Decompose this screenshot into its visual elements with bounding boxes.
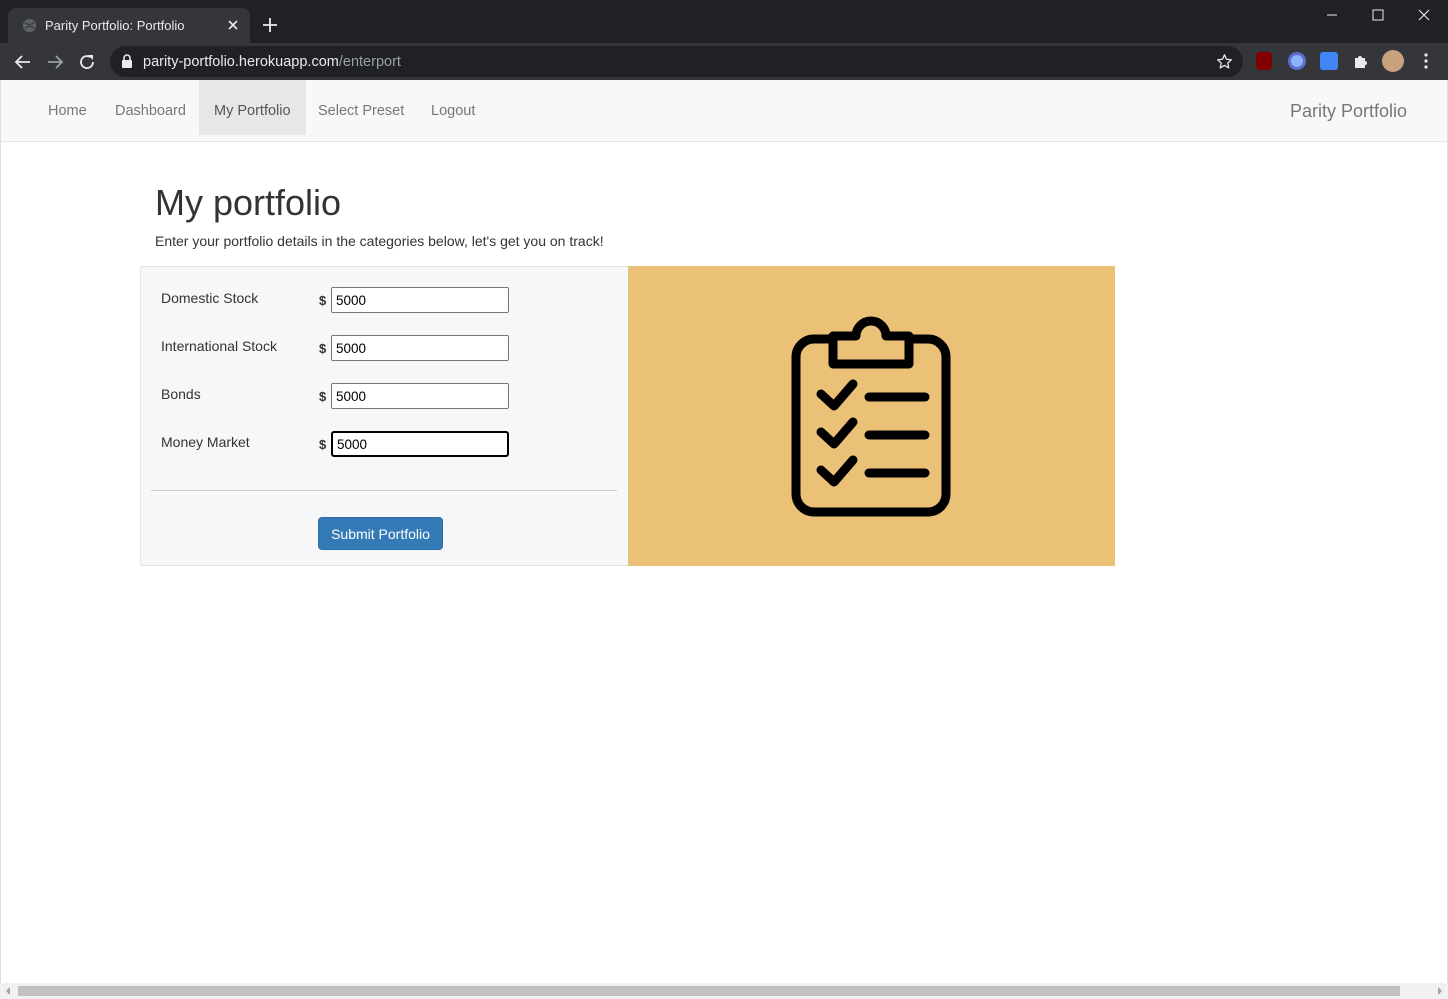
profile-avatar[interactable]: [1382, 50, 1404, 72]
maximize-button[interactable]: [1355, 0, 1401, 30]
scroll-left-icon[interactable]: [4, 987, 12, 995]
maximize-icon: [1372, 9, 1384, 21]
forward-button[interactable]: [43, 50, 67, 74]
portfolio-form: Domestic Stock $ International Stock $ B…: [140, 266, 628, 566]
browser-toolbar: parity-portfolio.herokuapp.com/enterport: [0, 43, 1448, 80]
url-path: /enterport: [338, 54, 401, 70]
url-text: parity-portfolio.herokuapp.com/enterport: [143, 54, 401, 70]
address-bar[interactable]: parity-portfolio.herokuapp.com/enterport: [110, 46, 1243, 77]
page-content: Home Dashboard My Portfolio Select Prese…: [0, 80, 1448, 983]
minimize-icon: [1327, 14, 1337, 16]
close-window-button[interactable]: [1401, 0, 1447, 30]
menu-kebab-icon[interactable]: [1417, 52, 1435, 70]
brand-logo-text[interactable]: Parity Portfolio: [1290, 80, 1407, 142]
international-stock-input[interactable]: [331, 335, 509, 361]
browser-titlebar: Parity Portfolio: Portfolio: [0, 0, 1448, 43]
nav-home[interactable]: Home: [33, 80, 102, 135]
reload-button[interactable]: [75, 50, 99, 74]
scroll-right-icon[interactable]: [1436, 987, 1444, 995]
globe-icon: [22, 18, 37, 33]
horizontal-scrollbar[interactable]: [0, 983, 1448, 999]
back-button[interactable]: [11, 50, 35, 74]
page-subtitle: Enter your portfolio details in the cate…: [155, 233, 604, 249]
ublock-extension-icon[interactable]: [1256, 52, 1272, 70]
bookmark-star-icon[interactable]: [1216, 53, 1233, 70]
tab-title: Parity Portfolio: Portfolio: [45, 18, 185, 33]
back-arrow-icon: [14, 55, 30, 69]
form-divider: [151, 490, 617, 491]
reload-icon: [80, 55, 94, 69]
nav-logout[interactable]: Logout: [416, 80, 490, 135]
clipboard-checklist-icon: [791, 316, 951, 517]
domestic-stock-input[interactable]: [331, 287, 509, 313]
minimize-button[interactable]: [1309, 0, 1355, 30]
extension-circle-icon[interactable]: [1288, 52, 1306, 70]
domestic-stock-label: Domestic Stock: [161, 290, 259, 306]
scrollbar-thumb[interactable]: [18, 986, 1400, 996]
money-market-label: Money Market: [161, 434, 250, 450]
bonds-input[interactable]: [331, 383, 509, 409]
nav-my-portfolio[interactable]: My Portfolio: [199, 80, 306, 135]
page-title: My portfolio: [155, 182, 342, 223]
puzzle-extensions-icon[interactable]: [1352, 52, 1370, 70]
submit-portfolio-button[interactable]: Submit Portfolio: [318, 517, 443, 550]
browser-tab[interactable]: Parity Portfolio: Portfolio: [8, 8, 250, 43]
clipboard-image-panel: [628, 266, 1115, 566]
currency-symbol: $: [319, 437, 327, 452]
forward-arrow-icon: [48, 55, 64, 69]
url-host: parity-portfolio.herokuapp.com: [143, 54, 339, 70]
close-tab-icon[interactable]: [224, 16, 242, 34]
nav-select-preset[interactable]: Select Preset: [303, 80, 419, 135]
international-stock-label: International Stock: [161, 338, 277, 354]
currency-symbol: $: [319, 341, 327, 356]
site-navbar: Home Dashboard My Portfolio Select Prese…: [1, 80, 1447, 142]
currency-symbol: $: [319, 389, 327, 404]
currency-symbol: $: [319, 293, 327, 308]
lock-icon: [122, 54, 132, 68]
translate-extension-icon[interactable]: [1320, 52, 1338, 70]
money-market-input[interactable]: [331, 431, 509, 457]
nav-dashboard[interactable]: Dashboard: [100, 80, 201, 135]
new-tab-icon[interactable]: [260, 15, 280, 35]
close-icon: [1418, 9, 1430, 21]
bonds-label: Bonds: [161, 386, 201, 402]
